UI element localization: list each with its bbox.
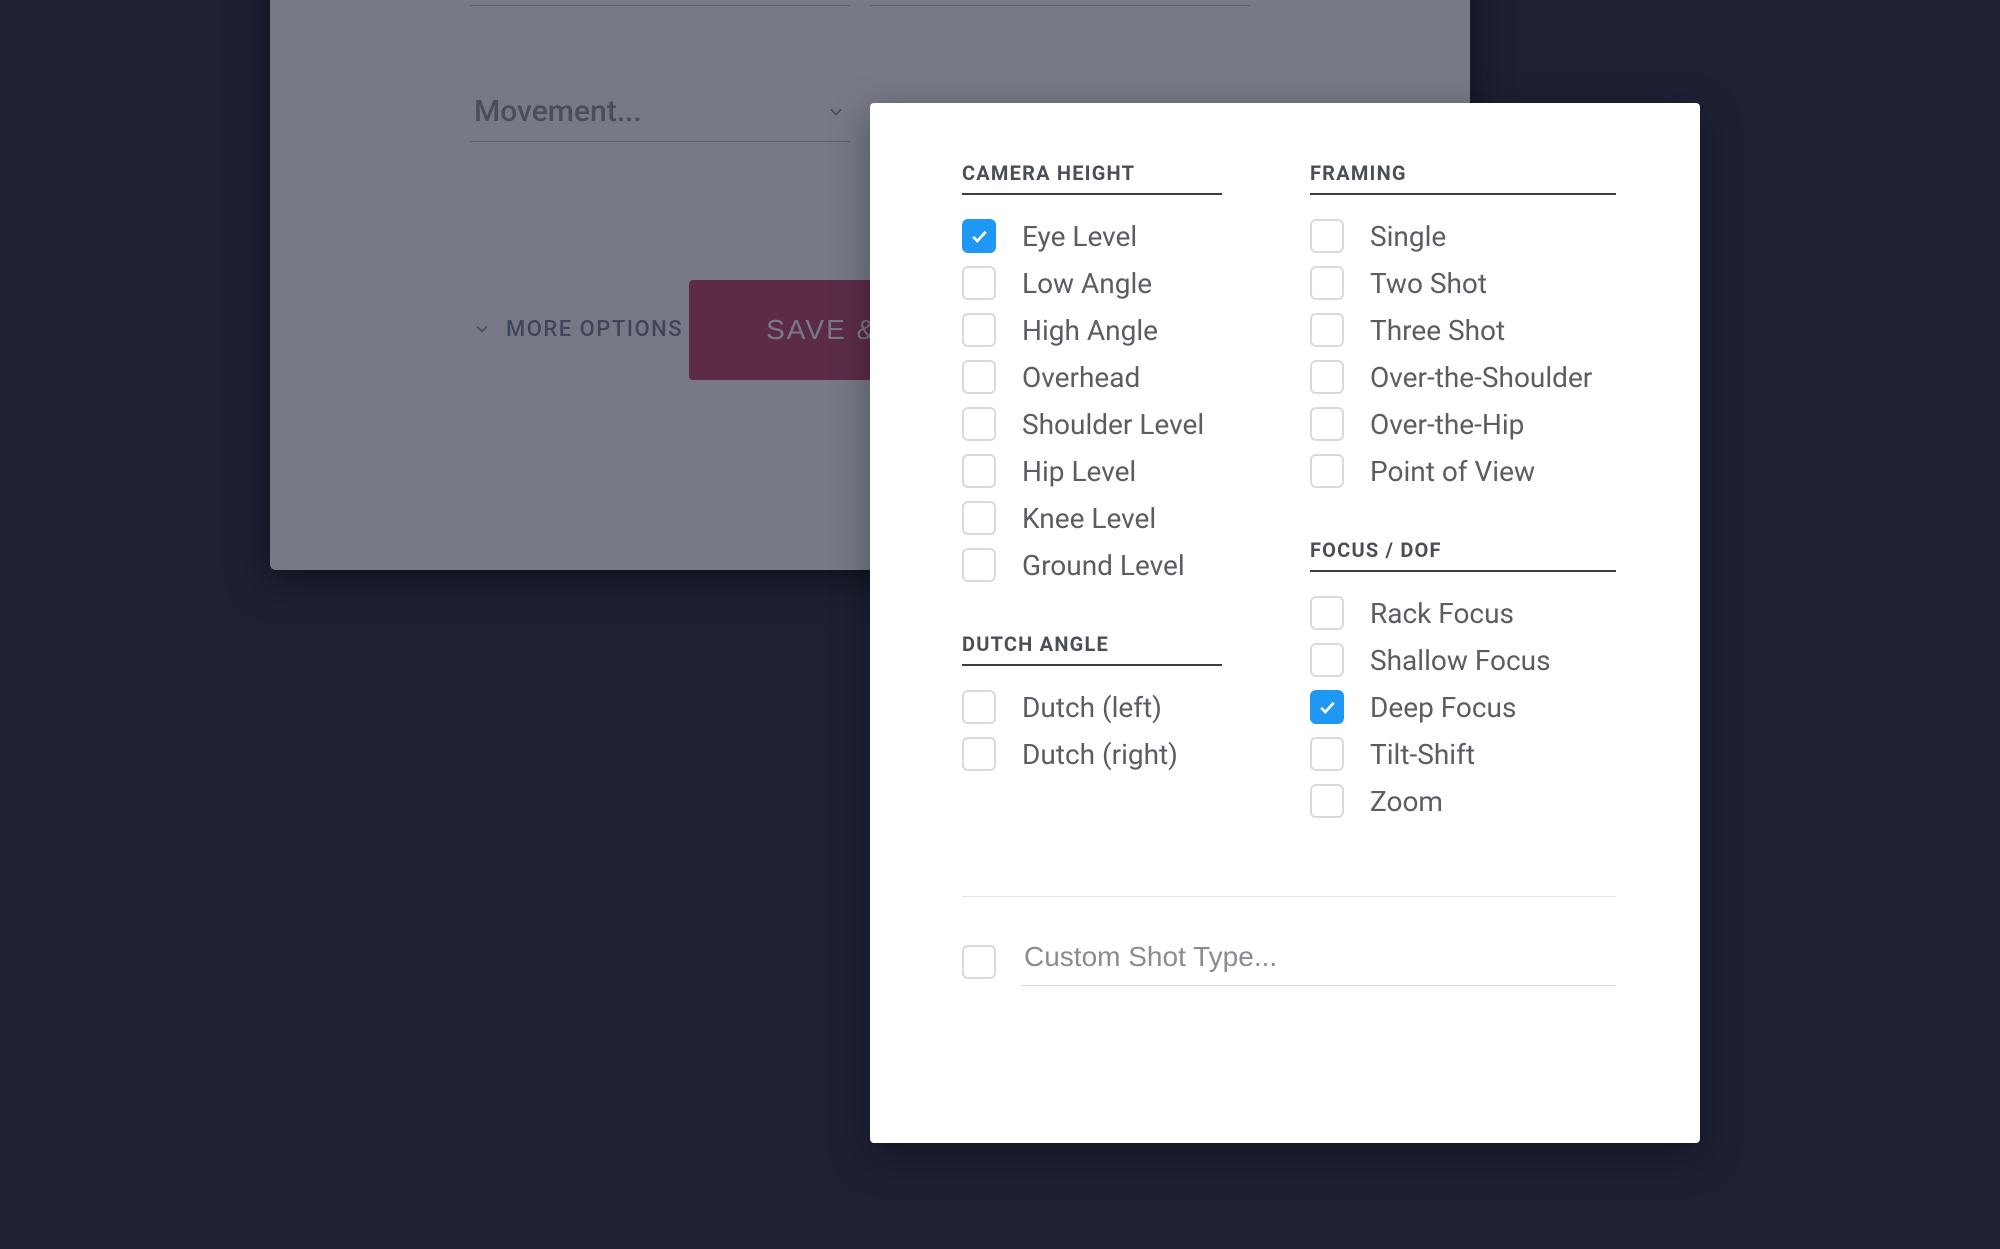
camera-height-option[interactable]: Shoulder Level xyxy=(962,407,1238,441)
focus-dof-option[interactable]: Shallow Focus xyxy=(1310,643,1616,677)
option-label: Shoulder Level xyxy=(1022,408,1204,441)
checkbox[interactable] xyxy=(962,501,996,535)
custom-shot-input[interactable] xyxy=(1022,937,1616,986)
checkbox[interactable] xyxy=(1310,690,1344,724)
framing-option[interactable]: Over-the-Hip xyxy=(1310,407,1616,441)
focus-dof-group: FOCUS / DOF Rack Focus Shallow Focus Deep … xyxy=(1310,538,1616,818)
checkbox[interactable] xyxy=(1310,360,1344,394)
checkbox[interactable] xyxy=(1310,407,1344,441)
checkbox[interactable] xyxy=(962,360,996,394)
framing-option[interactable]: Point of View xyxy=(1310,454,1616,488)
option-label: Tilt-Shift xyxy=(1370,738,1475,771)
checkbox[interactable] xyxy=(1310,737,1344,771)
framing-group: FRAMING Single Two Shot Three Shot Over-the… xyxy=(1310,161,1616,488)
option-label: Low Angle xyxy=(1022,267,1152,300)
option-label: Point of View xyxy=(1370,455,1535,488)
focus-dof-option[interactable]: Zoom xyxy=(1310,784,1616,818)
focus-dof-option[interactable]: Deep Focus xyxy=(1310,690,1616,724)
custom-shot-row[interactable] xyxy=(962,937,1616,986)
camera-height-option[interactable]: Overhead xyxy=(962,360,1238,394)
framing-option[interactable]: Single xyxy=(1310,219,1616,253)
option-label: Dutch (right) xyxy=(1022,738,1178,771)
checkbox[interactable] xyxy=(1310,596,1344,630)
option-label: High Angle xyxy=(1022,314,1158,347)
camera-height-option[interactable]: Low Angle xyxy=(962,266,1238,300)
option-label: Eye Level xyxy=(1022,220,1137,253)
checkbox[interactable] xyxy=(1310,266,1344,300)
dutch-angle-option[interactable]: Dutch (right) xyxy=(962,737,1238,771)
option-label: Over-the-Hip xyxy=(1370,408,1524,441)
camera-height-option[interactable]: Knee Level xyxy=(962,501,1238,535)
checkbox[interactable] xyxy=(962,407,996,441)
checkbox[interactable] xyxy=(962,690,996,724)
shot-type-popover: CAMERA HEIGHT Eye Level Low Angle High Ang… xyxy=(870,103,1700,1143)
popover-divider xyxy=(962,896,1616,897)
focus-dof-option[interactable]: Rack Focus xyxy=(1310,596,1616,630)
checkbox[interactable] xyxy=(962,313,996,347)
checkbox[interactable] xyxy=(1310,219,1344,253)
checkbox[interactable] xyxy=(1310,784,1344,818)
option-label: Deep Focus xyxy=(1370,691,1516,724)
option-label: Three Shot xyxy=(1370,314,1505,347)
framing-title: FRAMING xyxy=(1310,161,1616,195)
focus-dof-option[interactable]: Tilt-Shift xyxy=(1310,737,1616,771)
camera-height-option[interactable]: High Angle xyxy=(962,313,1238,347)
option-label: Dutch (left) xyxy=(1022,691,1162,724)
checkbox[interactable] xyxy=(1310,454,1344,488)
checkbox[interactable] xyxy=(962,219,996,253)
custom-shot-checkbox[interactable] xyxy=(962,945,996,979)
dutch-angle-title: DUTCH ANGLE xyxy=(962,632,1222,666)
option-label: Single xyxy=(1370,220,1446,253)
framing-option[interactable]: Over-the-Shoulder xyxy=(1310,360,1616,394)
focus-dof-title: FOCUS / DOF xyxy=(1310,538,1616,572)
framing-option[interactable]: Two Shot xyxy=(1310,266,1616,300)
checkbox[interactable] xyxy=(962,737,996,771)
checkbox[interactable] xyxy=(962,454,996,488)
option-label: Hip Level xyxy=(1022,455,1136,488)
option-label: Two Shot xyxy=(1370,267,1487,300)
camera-height-option[interactable]: Ground Level xyxy=(962,548,1238,582)
option-label: Rack Focus xyxy=(1370,597,1514,630)
checkbox[interactable] xyxy=(962,548,996,582)
checkbox[interactable] xyxy=(1310,313,1344,347)
camera-height-group: CAMERA HEIGHT Eye Level Low Angle High Ang… xyxy=(962,161,1238,582)
option-label: Zoom xyxy=(1370,785,1443,818)
camera-height-option[interactable]: Eye Level xyxy=(962,219,1238,253)
option-label: Knee Level xyxy=(1022,502,1156,535)
dutch-angle-option[interactable]: Dutch (left) xyxy=(962,690,1238,724)
checkbox[interactable] xyxy=(1310,643,1344,677)
option-label: Shallow Focus xyxy=(1370,644,1551,677)
dutch-angle-group: DUTCH ANGLE Dutch (left) Dutch (right) xyxy=(962,632,1238,771)
framing-option[interactable]: Three Shot xyxy=(1310,313,1616,347)
option-label: Over-the-Shoulder xyxy=(1370,361,1592,394)
camera-height-title: CAMERA HEIGHT xyxy=(962,161,1222,195)
option-label: Overhead xyxy=(1022,361,1140,394)
checkbox[interactable] xyxy=(962,266,996,300)
camera-height-option[interactable]: Hip Level xyxy=(962,454,1238,488)
option-label: Ground Level xyxy=(1022,549,1185,582)
